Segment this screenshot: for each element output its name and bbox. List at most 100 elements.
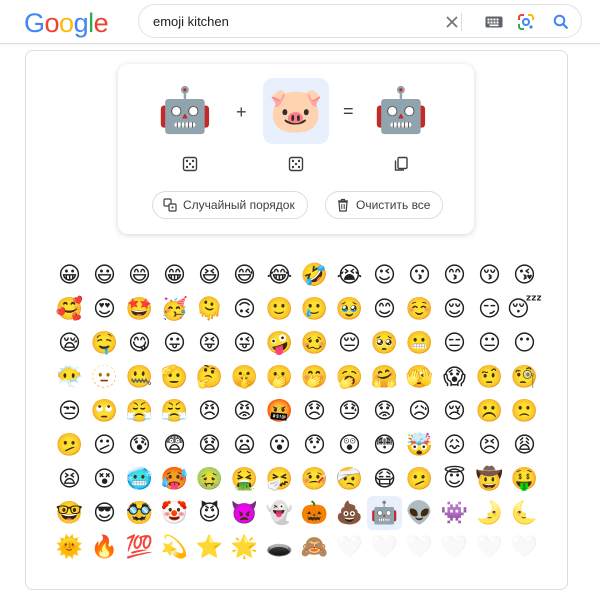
emoji-cell[interactable]: 🤩 bbox=[122, 292, 157, 326]
emoji-cell[interactable]: 🤪 bbox=[262, 326, 297, 360]
emoji-cell[interactable]: 😜 bbox=[227, 326, 262, 360]
emoji-cell[interactable]: 🥵 bbox=[157, 462, 192, 496]
emoji-cell[interactable]: 🙄 bbox=[87, 394, 122, 428]
emoji-cell[interactable]: 😨 bbox=[157, 428, 192, 462]
right-emoji-slot[interactable]: 🐷 bbox=[263, 78, 329, 144]
emoji-cell[interactable]: 😪 bbox=[52, 326, 87, 360]
emoji-cell[interactable]: 🤫 bbox=[227, 360, 262, 394]
emoji-cell[interactable]: 🤣 bbox=[297, 258, 332, 292]
emoji-cell[interactable]: 🙃 bbox=[227, 292, 262, 326]
emoji-cell[interactable]: 👿 bbox=[227, 496, 262, 530]
emoji-cell[interactable]: 😴 bbox=[507, 292, 542, 326]
emoji-cell[interactable]: 🧐 bbox=[507, 360, 542, 394]
emoji-cell[interactable]: 😰 bbox=[122, 428, 157, 462]
shuffle-button[interactable]: Случайный порядок bbox=[152, 191, 308, 219]
emoji-cell[interactable]: 😂 bbox=[262, 258, 297, 292]
emoji-cell[interactable]: 🤓 bbox=[52, 496, 87, 530]
emoji-cell[interactable]: 🤍 bbox=[507, 530, 542, 564]
emoji-cell[interactable]: 😢 bbox=[437, 394, 472, 428]
emoji-cell[interactable]: 🥱 bbox=[332, 360, 367, 394]
emoji-cell[interactable]: 🤮 bbox=[227, 462, 262, 496]
emoji-cell[interactable]: 😦 bbox=[227, 428, 262, 462]
emoji-cell[interactable]: 😫 bbox=[52, 462, 87, 496]
emoji-cell[interactable]: 🥶 bbox=[122, 462, 157, 496]
emoji-cell[interactable]: 😧 bbox=[192, 428, 227, 462]
emoji-cell[interactable]: 😀 bbox=[52, 258, 87, 292]
emoji-cell[interactable]: 😷 bbox=[367, 462, 402, 496]
emoji-cell[interactable]: 🤧 bbox=[262, 462, 297, 496]
emoji-cell[interactable]: 😤 bbox=[157, 394, 192, 428]
emoji-cell[interactable]: 🤬 bbox=[262, 394, 297, 428]
emoji-cell[interactable]: 😘 bbox=[507, 258, 542, 292]
result-emoji[interactable]: 🤖 bbox=[368, 78, 434, 144]
emoji-cell[interactable]: 🎃 bbox=[297, 496, 332, 530]
emoji-cell[interactable]: 😎 bbox=[87, 496, 122, 530]
emoji-cell[interactable]: 🥴 bbox=[297, 326, 332, 360]
emoji-cell[interactable]: 😩 bbox=[507, 428, 542, 462]
clear-all-button[interactable]: Очистить все bbox=[325, 191, 444, 219]
google-lens-icon[interactable] bbox=[516, 12, 536, 32]
emoji-cell[interactable]: 🕳️ bbox=[262, 530, 297, 564]
search-box[interactable] bbox=[138, 4, 582, 38]
emoji-cell[interactable]: 😭 bbox=[332, 258, 367, 292]
emoji-cell[interactable]: 😟 bbox=[367, 394, 402, 428]
emoji-cell[interactable]: 😊 bbox=[367, 292, 402, 326]
emoji-cell[interactable]: 😍 bbox=[87, 292, 122, 326]
emoji-cell[interactable]: 🫤 bbox=[52, 428, 87, 462]
keyboard-icon[interactable] bbox=[484, 12, 504, 32]
emoji-cell[interactable]: 🥸 bbox=[122, 496, 157, 530]
emoji-cell[interactable]: 😗 bbox=[402, 258, 437, 292]
emoji-cell[interactable]: 💫 bbox=[157, 530, 192, 564]
emoji-cell[interactable]: 😯 bbox=[297, 428, 332, 462]
emoji-cell[interactable]: 🌞 bbox=[52, 530, 87, 564]
emoji-cell[interactable]: 😆 bbox=[192, 258, 227, 292]
emoji-cell[interactable]: 🤔 bbox=[192, 360, 227, 394]
emoji-cell[interactable]: 😠 bbox=[192, 394, 227, 428]
emoji-cell[interactable]: 👽 bbox=[402, 496, 437, 530]
emoji-cell[interactable]: 💯 bbox=[122, 530, 157, 564]
emoji-cell[interactable]: 😉 bbox=[367, 258, 402, 292]
emoji-cell[interactable]: 😥 bbox=[402, 394, 437, 428]
dice-icon-right[interactable] bbox=[288, 156, 306, 174]
emoji-cell[interactable]: 😌 bbox=[437, 292, 472, 326]
emoji-cell[interactable]: 😤 bbox=[122, 394, 157, 428]
emoji-cell[interactable]: 🙂 bbox=[262, 292, 297, 326]
emoji-cell[interactable]: 😶 bbox=[507, 326, 542, 360]
emoji-cell[interactable]: 😕 bbox=[87, 428, 122, 462]
emoji-cell[interactable]: 💩 bbox=[332, 496, 367, 530]
emoji-cell[interactable]: 🫥 bbox=[87, 360, 122, 394]
emoji-cell[interactable]: 😛 bbox=[157, 326, 192, 360]
emoji-cell[interactable]: 🤕 bbox=[332, 462, 367, 496]
emoji-cell[interactable]: 🤍 bbox=[402, 530, 437, 564]
emoji-cell[interactable]: 😖 bbox=[437, 428, 472, 462]
emoji-cell[interactable]: 🤭 bbox=[297, 360, 332, 394]
emoji-cell[interactable]: 😇 bbox=[437, 462, 472, 496]
emoji-cell[interactable]: 😈 bbox=[192, 496, 227, 530]
emoji-cell[interactable]: 🙁 bbox=[507, 394, 542, 428]
left-emoji-slot[interactable]: 🤖 bbox=[152, 78, 218, 144]
emoji-cell[interactable]: 🌟 bbox=[227, 530, 262, 564]
emoji-cell[interactable]: 😄 bbox=[122, 258, 157, 292]
emoji-cell[interactable]: 🤖 bbox=[367, 496, 402, 530]
emoji-cell[interactable]: 🤨 bbox=[472, 360, 507, 394]
search-icon[interactable] bbox=[551, 12, 571, 32]
emoji-cell[interactable]: 👻 bbox=[262, 496, 297, 530]
emoji-cell[interactable]: ☺️ bbox=[402, 292, 437, 326]
emoji-cell[interactable]: ⭐ bbox=[192, 530, 227, 564]
emoji-cell[interactable]: 😞 bbox=[297, 394, 332, 428]
emoji-cell[interactable]: 🤍 bbox=[437, 530, 472, 564]
emoji-cell[interactable]: 🥰 bbox=[52, 292, 87, 326]
emoji-cell[interactable]: 🤐 bbox=[122, 360, 157, 394]
emoji-cell[interactable]: 🥹 bbox=[332, 292, 367, 326]
google-logo[interactable]: Google bbox=[24, 8, 109, 39]
emoji-cell[interactable]: 😳 bbox=[367, 428, 402, 462]
emoji-cell[interactable]: 😬 bbox=[402, 326, 437, 360]
emoji-cell[interactable]: 🤍 bbox=[472, 530, 507, 564]
emoji-cell[interactable]: 😡 bbox=[227, 394, 262, 428]
emoji-cell[interactable]: 😃 bbox=[87, 258, 122, 292]
emoji-cell[interactable]: 🤑 bbox=[507, 462, 542, 496]
emoji-cell[interactable]: 😮 bbox=[262, 428, 297, 462]
emoji-cell[interactable]: 🥺 bbox=[367, 326, 402, 360]
emoji-cell[interactable]: 🔥 bbox=[87, 530, 122, 564]
emoji-cell[interactable]: 😓 bbox=[332, 394, 367, 428]
